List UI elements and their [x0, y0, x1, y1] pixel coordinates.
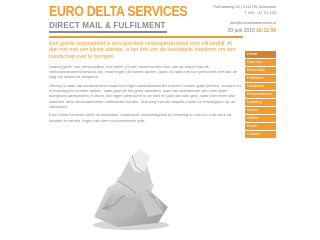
nav-item-lasering[interactable]: Lasering — [245, 99, 276, 106]
email-link[interactable]: info@eurodeltaservices.nl — [213, 20, 276, 26]
nav-item-route[interactable]: Route — [245, 123, 276, 130]
nav-item-offerte[interactable]: Offerte — [245, 115, 276, 122]
logo-subtitle: DIRECT MAIL & FULFILMENT — [49, 21, 167, 33]
nav-item-direct-mail[interactable]: Direct Mail — [245, 67, 276, 74]
date-text: 20 juni 2016 — [227, 28, 255, 34]
nav-item-kuvert[interactable]: Kuvert — [245, 107, 276, 114]
time-text: 16:11:00 — [256, 28, 276, 34]
paragraph: Daarbij geldt: hoe persoonlijker, hoe be… — [49, 63, 238, 80]
page: EURO DELTA SERVICES DIRECT MAIL & FULFIL… — [0, 0, 320, 240]
date-time: 20 juni 2016 16:11:00 — [228, 28, 276, 35]
paragraph: Euro Delta Services heeft de machines, m… — [49, 112, 232, 123]
nav-item-home[interactable]: Home — [245, 51, 276, 58]
sidebar-nav: Home Over ons Direct Mail Fulfilment Han… — [245, 51, 276, 139]
paper-pile-illustration — [93, 149, 169, 230]
nav-item-fulfilment[interactable]: Fulfilment — [245, 75, 276, 82]
intro-text: Een goede verkoopbrief is een ijzersterk… — [49, 41, 236, 60]
nav-item-over-ons[interactable]: Over ons — [245, 59, 276, 66]
nav-item-contact[interactable]: Contact — [245, 131, 276, 138]
nav-item-handwerk[interactable]: Handwerk — [245, 83, 276, 90]
company-logo[interactable]: EURO DELTA SERVICES DIRECT MAIL & FULFIL… — [49, 3, 188, 33]
contact-info: Pothuisweg 15 | 3111 PA Schiedam T 010 -… — [213, 4, 276, 26]
paragraph: Gevolg is vaak dat medewerkers naast hun… — [49, 82, 241, 109]
main-content: Een goede verkoopbrief is een ijzersterk… — [49, 41, 241, 126]
phone-text: T 010 - 47 31 133 — [244, 10, 276, 15]
logo-title: EURO DELTA SERVICES — [49, 3, 188, 20]
header-divider — [49, 36, 243, 38]
nav-item-personaliseren[interactable]: Personaliseren — [245, 91, 276, 98]
